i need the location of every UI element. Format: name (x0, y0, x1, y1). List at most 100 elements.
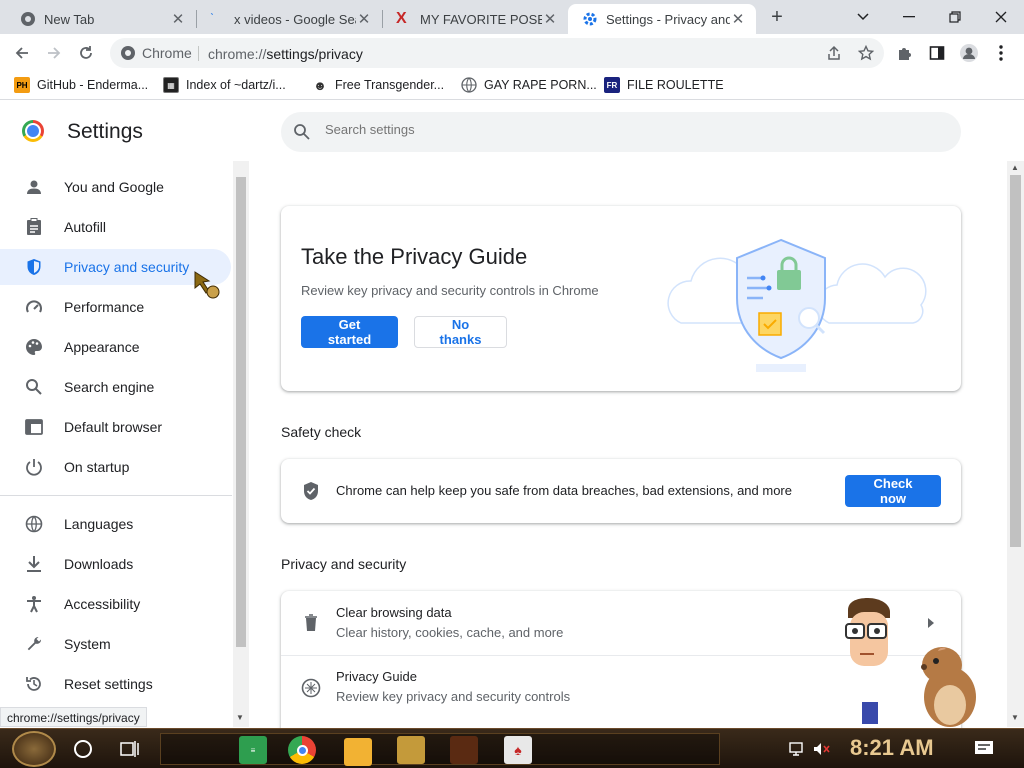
mouse-cursor-icon (194, 271, 220, 299)
url-text[interactable]: chrome://settings/privacy (208, 46, 363, 62)
restore-button[interactable] (932, 0, 978, 34)
sidebar-item-search-engine[interactable]: Search engine (0, 369, 231, 405)
get-started-button[interactable]: Get started (301, 316, 398, 348)
browser-toolbar: Chrome chrome://settings/privacy (0, 34, 1024, 72)
close-icon (995, 11, 1007, 23)
search-icon (294, 124, 310, 140)
close-tab-icon[interactable]: ✕ (170, 11, 186, 28)
privacy-section-heading: Privacy and security (281, 556, 407, 572)
bookmark-label: GitHub - Enderma... (37, 78, 149, 92)
bookmarks-bar: PH GitHub - Enderma... ▦ Index of ~dartz… (0, 72, 1024, 100)
compass-icon (301, 678, 321, 698)
reload-button[interactable] (72, 40, 100, 66)
reload-icon (80, 46, 92, 59)
sidebar-item-appearance[interactable]: Appearance (0, 329, 231, 365)
sidebar-item-label: Default browser (64, 419, 163, 435)
chrome-icon (121, 46, 135, 60)
bookmark-github[interactable]: PH GitHub - Enderma... (14, 77, 148, 93)
taskbar-clock[interactable]: 8:21 AM (850, 735, 934, 761)
tab-new-tab[interactable]: New Tab ✕ (6, 4, 196, 34)
cards-app-icon[interactable]: ♠ (504, 736, 532, 764)
close-tab-icon[interactable]: ✕ (730, 11, 746, 28)
chrome-favicon-icon (21, 12, 35, 26)
person-icon (24, 177, 44, 197)
sidebar-item-reset-settings[interactable]: Reset settings (0, 666, 231, 702)
extensions-icon[interactable] (894, 42, 916, 64)
scroll-down-arrow-icon[interactable]: ▼ (236, 713, 244, 722)
more-menu-icon[interactable] (990, 42, 1012, 64)
sidebar-item-on-startup[interactable]: On startup (0, 449, 231, 485)
scrollbar-thumb[interactable] (236, 177, 246, 647)
row-title: Privacy Guide (336, 669, 417, 684)
taskbar: ≡ ♠ 8:21 AM (0, 728, 1024, 768)
task-view-icon[interactable] (120, 740, 140, 758)
bookmark-label: Index of ~dartz/i... (186, 78, 286, 92)
tab-settings[interactable]: Settings - Privacy and ✕ (568, 4, 756, 34)
sidebar-item-label: Appearance (64, 339, 140, 355)
row-subtitle: Clear history, cookies, cache, and more (336, 625, 564, 640)
sidebar-item-autofill[interactable]: Autofill (0, 209, 231, 245)
address-bar[interactable]: Chrome chrome://settings/privacy (110, 38, 884, 68)
start-button[interactable] (12, 731, 56, 767)
bookmark-globe[interactable]: GAY RAPE PORN... (461, 77, 597, 93)
privacy-guide-subtitle: Review key privacy and security controls… (301, 283, 599, 298)
bookmark-star-icon[interactable] (856, 43, 876, 63)
search-input[interactable] (325, 122, 825, 137)
sidebar-item-label: Autofill (64, 219, 107, 235)
volume-muted-icon[interactable] (812, 741, 830, 757)
arrow-right-icon (928, 618, 934, 628)
back-button[interactable] (8, 40, 36, 66)
power-icon (24, 457, 44, 477)
sidebar: You and Google Autofill Privacy and secu… (0, 161, 233, 727)
sidebar-item-you-and-google[interactable]: You and Google (0, 169, 231, 205)
arrow-left-icon (15, 47, 28, 59)
taskbar-apps: ≡ ♠ (160, 733, 720, 766)
sidebar-item-accessibility[interactable]: Accessibility (0, 586, 231, 622)
game-app-icon[interactable] (397, 736, 425, 764)
bookmark-file-roulette[interactable]: FR FILE ROULETTE (604, 77, 724, 93)
tab-favorite-pose[interactable]: X MY FAVORITE POSE ✕ (382, 4, 568, 34)
arrow-right-icon (48, 47, 61, 59)
shield-icon (24, 257, 44, 277)
cortana-search-icon[interactable] (74, 740, 92, 758)
side-panel-icon[interactable] (926, 42, 948, 64)
close-window-button[interactable] (978, 0, 1024, 34)
new-tab-button[interactable]: + (766, 6, 788, 28)
settings-search[interactable] (281, 112, 961, 152)
tab-google-search[interactable]: ˋ x videos - Google Sea ✕ (196, 4, 382, 34)
content-scrollbar[interactable]: ▲ ▼ (1007, 161, 1024, 727)
check-now-button[interactable]: Check now (845, 475, 941, 507)
chrome-app-icon[interactable] (288, 736, 316, 764)
notes-app-icon[interactable]: ≡ (239, 736, 267, 764)
media-app-icon[interactable] (450, 736, 478, 764)
bookmark-free[interactable]: ☻ Free Transgender... (312, 77, 444, 93)
forward-button[interactable] (40, 40, 68, 66)
scroll-down-arrow-icon[interactable]: ▼ (1011, 713, 1019, 722)
close-tab-icon[interactable]: ✕ (542, 11, 558, 28)
scroll-up-arrow-icon[interactable]: ▲ (1011, 163, 1019, 172)
settings-header: Settings (0, 101, 1024, 161)
sidebar-item-languages[interactable]: Languages (0, 506, 231, 542)
bookmark-label: Free Transgender... (335, 78, 445, 92)
bookmark-index[interactable]: ▦ Index of ~dartz/i... (163, 77, 286, 93)
site-label: Chrome (142, 45, 192, 61)
sidebar-item-label: Privacy and security (64, 259, 190, 275)
sidebar-item-system[interactable]: System (0, 626, 231, 662)
no-thanks-button[interactable]: No thanks (414, 316, 507, 348)
notification-icon[interactable] (974, 740, 994, 758)
sidebar-scrollbar[interactable]: ▼ (233, 161, 249, 727)
download-icon (24, 554, 44, 574)
profile-avatar-icon[interactable] (958, 42, 980, 64)
tab-title: Settings - Privacy and (606, 11, 730, 27)
tab-search-button[interactable] (840, 0, 886, 34)
chrome-logo-icon (22, 120, 44, 142)
share-icon[interactable] (824, 43, 844, 63)
site-chip[interactable]: Chrome (120, 45, 192, 61)
network-icon[interactable] (788, 741, 804, 757)
folder-app-icon[interactable] (344, 738, 372, 766)
scrollbar-thumb[interactable] (1010, 175, 1021, 547)
sidebar-item-default-browser[interactable]: Default browser (0, 409, 231, 445)
sidebar-item-downloads[interactable]: Downloads (0, 546, 231, 582)
close-tab-icon[interactable]: ✕ (356, 11, 372, 28)
minimize-button[interactable] (886, 0, 932, 34)
